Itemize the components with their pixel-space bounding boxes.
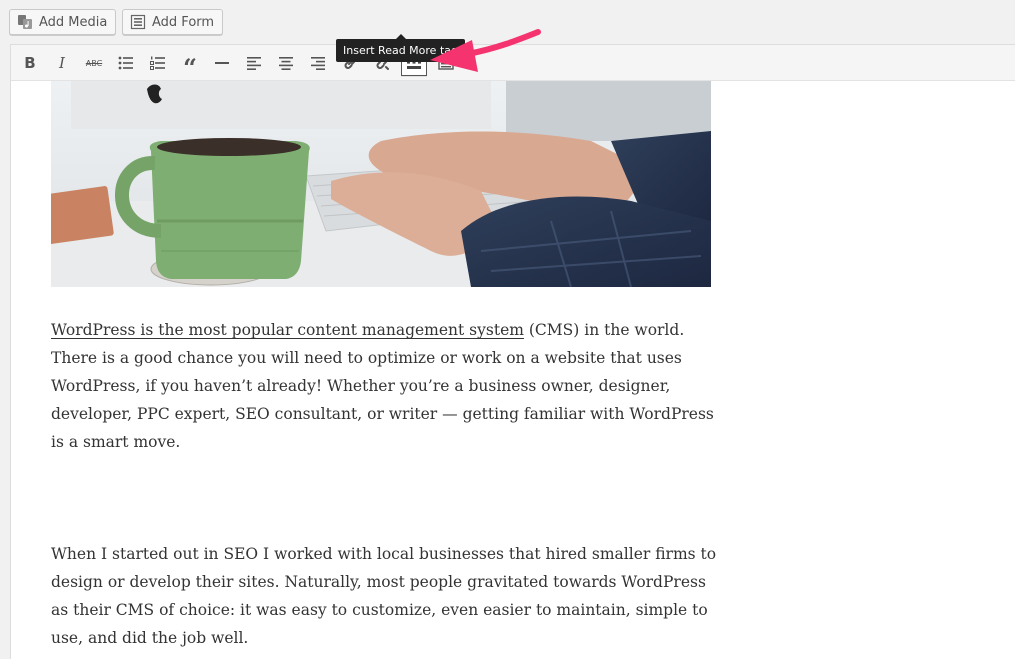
paragraph-1-text: (CMS) in the world. There is a good chan…	[51, 321, 714, 451]
numbered-list-icon	[150, 56, 165, 70]
horizontal-line-icon	[215, 62, 229, 64]
bold-icon: B	[24, 54, 36, 72]
bulleted-list-icon	[118, 56, 133, 70]
add-form-label: Add Form	[152, 14, 215, 30]
add-media-button[interactable]: Add Media	[9, 9, 117, 35]
cms-link[interactable]: WordPress is the most popular content ma…	[51, 321, 524, 339]
italic-icon: I	[59, 54, 65, 72]
align-center-icon	[279, 57, 293, 70]
add-form-button[interactable]: Add Form	[122, 9, 224, 35]
numbered-list-button[interactable]	[145, 50, 171, 76]
blockquote-button[interactable]: “	[177, 50, 203, 79]
blockquote-icon: “	[183, 52, 197, 82]
align-center-button[interactable]	[273, 50, 299, 76]
horizontal-line-button[interactable]	[209, 50, 235, 76]
form-icon	[130, 14, 146, 30]
italic-button[interactable]: I	[49, 50, 75, 76]
strikethrough-button[interactable]: ABC	[81, 50, 107, 76]
align-left-button[interactable]	[241, 50, 267, 76]
media-icon	[17, 14, 33, 30]
strikethrough-icon: ABC	[85, 58, 103, 68]
post-editor: B I ABC “ WordPress is the most popular …	[10, 44, 1015, 659]
align-right-button[interactable]	[305, 50, 331, 76]
annotation-arrow-icon	[430, 29, 541, 72]
desk-photo	[51, 81, 711, 287]
paragraph-2[interactable]: When I started out in SEO I worked with …	[51, 540, 721, 652]
align-left-icon	[247, 57, 261, 70]
add-media-label: Add Media	[39, 14, 108, 30]
post-image[interactable]	[51, 81, 711, 287]
align-right-icon	[311, 57, 325, 70]
paragraph-1[interactable]: WordPress is the most popular content ma…	[51, 316, 721, 456]
bulleted-list-button[interactable]	[113, 50, 139, 76]
bold-button[interactable]: B	[17, 50, 43, 76]
